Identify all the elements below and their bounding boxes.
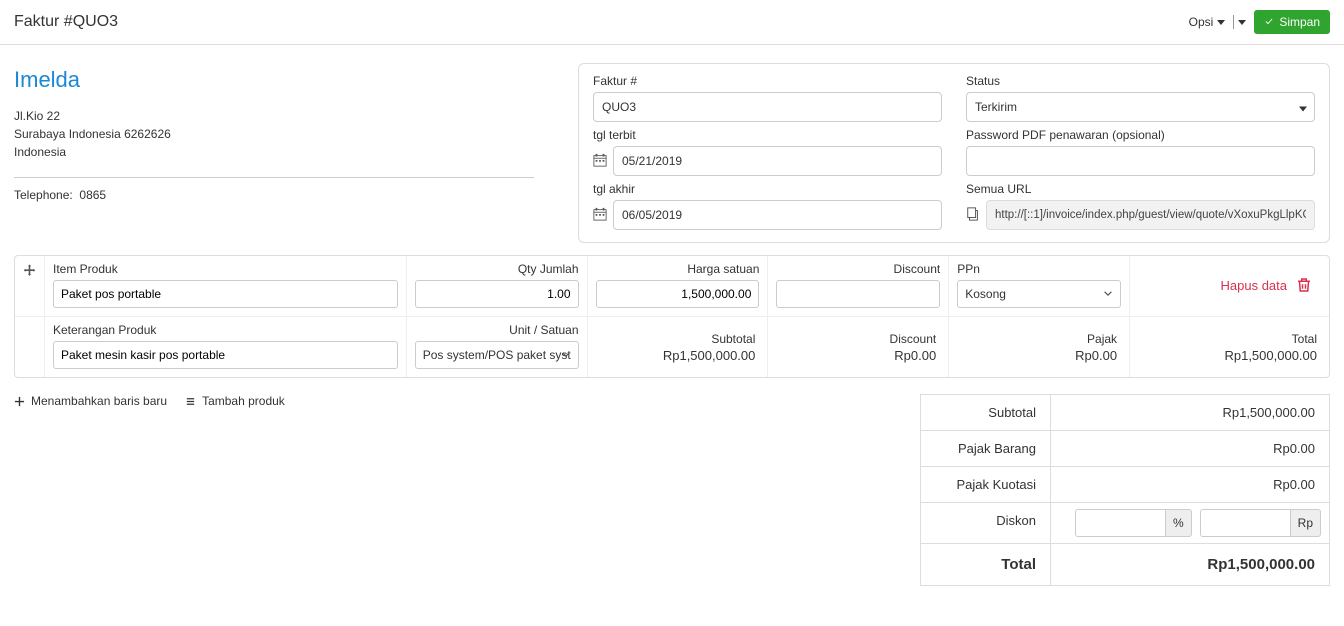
totals-total-value: Rp1,500,000.00 (1051, 544, 1329, 585)
trash-icon (1295, 276, 1313, 294)
totals-total-label: Total (921, 544, 1051, 585)
totals-table: Subtotal Rp1,500,000.00 Pajak Barang Rp0… (920, 394, 1330, 586)
pwd-input[interactable] (966, 146, 1315, 176)
copy-icon[interactable] (966, 207, 980, 224)
akhir-label: tgl akhir (593, 182, 942, 196)
qty-label: Qty Jumlah (415, 262, 579, 276)
ppn-label: PPn (957, 262, 1121, 276)
check-icon (1264, 17, 1274, 27)
items-table: Item Produk Qty Jumlah Harga satuan Disc… (14, 255, 1330, 378)
akhir-input[interactable] (613, 200, 942, 230)
options-label: Opsi (1189, 15, 1214, 29)
diskon-amount-input[interactable] (1200, 509, 1290, 537)
discount-label: Discount (776, 262, 940, 276)
rp-suffix: Rp (1290, 509, 1321, 537)
item-label: Item Produk (53, 262, 398, 276)
url-label: Semua URL (966, 182, 1315, 196)
customer-phone: Telephone: 0865 (14, 188, 554, 202)
add-product-button[interactable]: Tambah produk (185, 394, 285, 408)
save-button[interactable]: Simpan (1254, 10, 1330, 34)
faktur-label: Faktur # (593, 74, 942, 88)
ppn-select[interactable] (957, 280, 1121, 308)
header-actions: Opsi Simpan (1189, 10, 1330, 34)
keterangan-input[interactable] (53, 341, 398, 369)
discount-input[interactable] (776, 280, 940, 308)
keterangan-label: Keterangan Produk (53, 323, 398, 337)
totals-pajak-barang-label: Pajak Barang (921, 431, 1051, 466)
faktur-input[interactable] (593, 92, 942, 122)
totals-pajak-barang-value: Rp0.00 (1051, 431, 1329, 466)
qty-input[interactable] (415, 280, 579, 308)
delete-row-button[interactable]: Hapus data (1221, 276, 1314, 294)
add-row-button[interactable]: Menambahkan baris baru (14, 394, 167, 408)
diskon-percent-group: % (1075, 509, 1192, 537)
totals-subtotal-label: Subtotal (921, 395, 1051, 430)
move-icon (23, 264, 36, 278)
options-dropdown[interactable]: Opsi (1189, 15, 1247, 29)
harga-label: Harga satuan (596, 262, 760, 276)
customer-panel: Imelda Jl.Kio 22 Surabaya Indonesia 6262… (14, 63, 554, 243)
drag-handle[interactable] (15, 256, 45, 316)
totals-pajak-kuotasi-label: Pajak Kuotasi (921, 467, 1051, 502)
line-total: Total Rp1,500,000.00 (1130, 317, 1329, 377)
totals-diskon-label: Diskon (921, 503, 1051, 543)
list-icon (185, 396, 196, 407)
chevron-down-icon (1238, 20, 1246, 25)
invoice-meta-panel: Faktur # tgl terbit tgl akhir Status (578, 63, 1330, 243)
terbit-input[interactable] (613, 146, 942, 176)
plus-icon (14, 396, 25, 407)
line-subtotal: Subtotal Rp1,500,000.00 (588, 317, 769, 377)
customer-address: Jl.Kio 22 Surabaya Indonesia 6262626 Ind… (14, 107, 554, 161)
unit-select[interactable] (415, 341, 579, 369)
unit-label: Unit / Satuan (415, 323, 579, 337)
totals-pajak-kuotasi-value: Rp0.00 (1051, 467, 1329, 502)
terbit-label: tgl terbit (593, 128, 942, 142)
url-input[interactable] (986, 200, 1315, 230)
item-input[interactable] (53, 280, 398, 308)
page-header: Faktur #QUO3 Opsi Simpan (0, 0, 1344, 45)
chevron-down-icon (1217, 20, 1225, 25)
percent-suffix: % (1165, 509, 1192, 537)
page-title: Faktur #QUO3 (14, 13, 118, 31)
harga-input[interactable] (596, 280, 760, 308)
calendar-icon[interactable] (593, 207, 607, 224)
customer-name-link[interactable]: Imelda (14, 67, 554, 93)
calendar-icon[interactable] (593, 153, 607, 170)
status-select[interactable] (966, 92, 1315, 122)
status-label: Status (966, 74, 1315, 88)
diskon-percent-input[interactable] (1075, 509, 1165, 537)
divider (14, 177, 534, 178)
line-tax: Pajak Rp0.00 (949, 317, 1130, 377)
line-discount: Discount Rp0.00 (768, 317, 949, 377)
pwd-label: Password PDF penawaran (opsional) (966, 128, 1315, 142)
totals-subtotal-value: Rp1,500,000.00 (1051, 395, 1329, 430)
diskon-amount-group: Rp (1200, 509, 1321, 537)
